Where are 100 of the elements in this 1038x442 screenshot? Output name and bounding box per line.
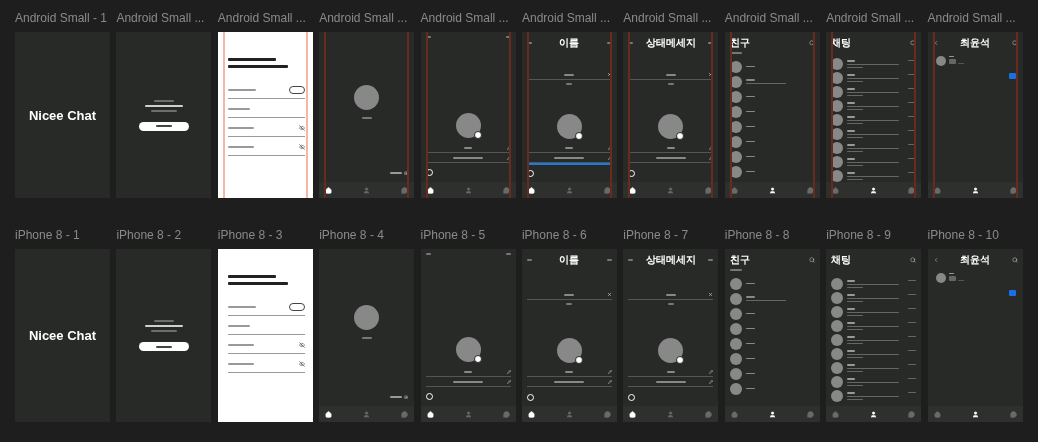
pencil-icon[interactable] xyxy=(709,379,714,384)
camera-icon[interactable] xyxy=(404,171,409,175)
message-bubble xyxy=(1008,73,1016,79)
search-icon[interactable] xyxy=(808,257,815,263)
camera-badge-icon[interactable] xyxy=(473,355,482,363)
clear-icon[interactable] xyxy=(708,72,714,77)
avatar xyxy=(729,307,742,320)
chat-icon[interactable] xyxy=(603,186,611,194)
frame-label[interactable]: Android Small - 1 xyxy=(15,11,110,25)
frame-label[interactable]: iPhone 8 - 4 xyxy=(319,228,415,242)
avatar xyxy=(354,84,380,110)
screen-title: 친구 xyxy=(729,37,750,49)
frame-label[interactable]: Android Small ... xyxy=(217,11,313,25)
chat-icon[interactable] xyxy=(502,410,510,418)
frame-label[interactable]: iPhone 8 - 6 xyxy=(521,228,617,242)
screen-title: 친구 xyxy=(729,254,750,266)
avatar xyxy=(935,56,946,66)
chat-icon[interactable] xyxy=(1009,186,1017,194)
frame-label[interactable]: iPhone 8 - 5 xyxy=(420,228,516,242)
camera-button[interactable] xyxy=(526,394,534,401)
camera-badge-icon[interactable] xyxy=(574,132,583,140)
frame-label[interactable]: iPhone 8 - 2 xyxy=(116,228,212,242)
message-bubble xyxy=(1008,290,1016,296)
greeked-text xyxy=(666,370,675,373)
clear-icon[interactable] xyxy=(606,72,612,77)
user-icon[interactable] xyxy=(768,410,776,418)
clear-icon[interactable] xyxy=(606,292,612,298)
back-icon[interactable] xyxy=(932,257,939,263)
frame-label[interactable]: iPhone 8 - 7 xyxy=(623,228,719,242)
frame-label[interactable]: Android Small ... xyxy=(521,11,617,25)
frame-label[interactable]: iPhone 8 - 8 xyxy=(724,228,820,242)
pencil-icon[interactable] xyxy=(607,369,612,374)
user-icon[interactable] xyxy=(971,410,979,418)
avatar xyxy=(831,348,844,360)
avatar xyxy=(831,278,844,290)
camera-badge-icon[interactable] xyxy=(676,132,685,140)
camera-button[interactable] xyxy=(628,394,636,401)
chat-icon[interactable] xyxy=(806,410,814,418)
app-name: Nicee Chat xyxy=(28,107,97,123)
pencil-icon[interactable] xyxy=(607,379,612,384)
screen-title: 채팅 xyxy=(831,254,852,266)
pencil-icon[interactable] xyxy=(709,369,714,374)
chat-icon[interactable] xyxy=(705,410,713,418)
camera-badge-icon[interactable] xyxy=(574,356,583,364)
chat-icon[interactable] xyxy=(705,186,713,194)
clear-icon[interactable] xyxy=(708,292,714,298)
chat-icon[interactable] xyxy=(401,410,409,418)
search-icon[interactable] xyxy=(1011,40,1018,46)
start-button[interactable] xyxy=(138,342,189,351)
frame-label[interactable]: Android Small ... xyxy=(826,11,922,25)
greeked-text xyxy=(453,380,484,383)
frame-label[interactable]: iPhone 8 - 3 xyxy=(217,228,313,242)
pencil-icon[interactable] xyxy=(506,379,511,384)
avatar xyxy=(729,367,742,380)
search-icon[interactable] xyxy=(808,40,815,46)
frame-label[interactable]: Android Small ... xyxy=(724,11,820,25)
frame-label[interactable]: Android Small ... xyxy=(116,11,212,25)
frame-label[interactable]: iPhone 8 - 1 xyxy=(15,228,110,242)
chat-icon[interactable] xyxy=(806,186,814,194)
user-icon[interactable] xyxy=(768,186,776,194)
eye-off-icon[interactable] xyxy=(298,361,305,367)
chat-icon[interactable] xyxy=(908,186,916,194)
camera-icon[interactable] xyxy=(404,395,409,399)
greeked-text xyxy=(150,109,177,112)
camera-badge-icon[interactable] xyxy=(676,356,685,364)
screen-title: 상태메세지 xyxy=(645,37,696,49)
chat-icon[interactable] xyxy=(603,410,611,418)
camera-badge-icon[interactable] xyxy=(473,131,482,139)
camera-button[interactable] xyxy=(425,393,433,400)
search-icon[interactable] xyxy=(1011,257,1018,263)
user-icon[interactable] xyxy=(971,186,979,194)
chat-icon[interactable] xyxy=(502,186,510,194)
greeked-text xyxy=(227,282,288,285)
greeked-text xyxy=(227,275,276,278)
avatar xyxy=(729,352,742,365)
chat-icon[interactable] xyxy=(401,186,409,194)
frame-label[interactable]: iPhone 8 - 9 xyxy=(826,228,922,242)
back-icon[interactable] xyxy=(932,40,939,46)
frame-label[interactable]: Android Small ... xyxy=(420,11,516,25)
frame-label[interactable]: Android Small ... xyxy=(319,11,415,25)
greeked-text xyxy=(144,104,183,107)
chat-icon[interactable] xyxy=(1009,410,1017,418)
eye-off-icon[interactable] xyxy=(298,125,305,131)
chat-icon[interactable] xyxy=(908,410,916,418)
avatar xyxy=(729,277,742,290)
search-icon[interactable] xyxy=(910,257,917,263)
user-icon[interactable] xyxy=(870,186,878,194)
avatar xyxy=(729,382,742,395)
avatar xyxy=(831,320,844,332)
search-icon[interactable] xyxy=(910,40,917,46)
eye-off-icon[interactable] xyxy=(298,342,305,348)
greeked-text xyxy=(153,99,174,102)
pencil-icon[interactable] xyxy=(506,369,511,374)
eye-off-icon[interactable] xyxy=(298,144,305,150)
start-button[interactable] xyxy=(138,121,189,131)
frame-label[interactable]: Android Small ... xyxy=(927,11,1023,25)
frame-label[interactable]: Android Small ... xyxy=(623,11,719,25)
greeked-text xyxy=(666,146,675,149)
frame-label[interactable]: iPhone 8 - 10 xyxy=(927,228,1023,242)
user-icon[interactable] xyxy=(870,410,878,418)
